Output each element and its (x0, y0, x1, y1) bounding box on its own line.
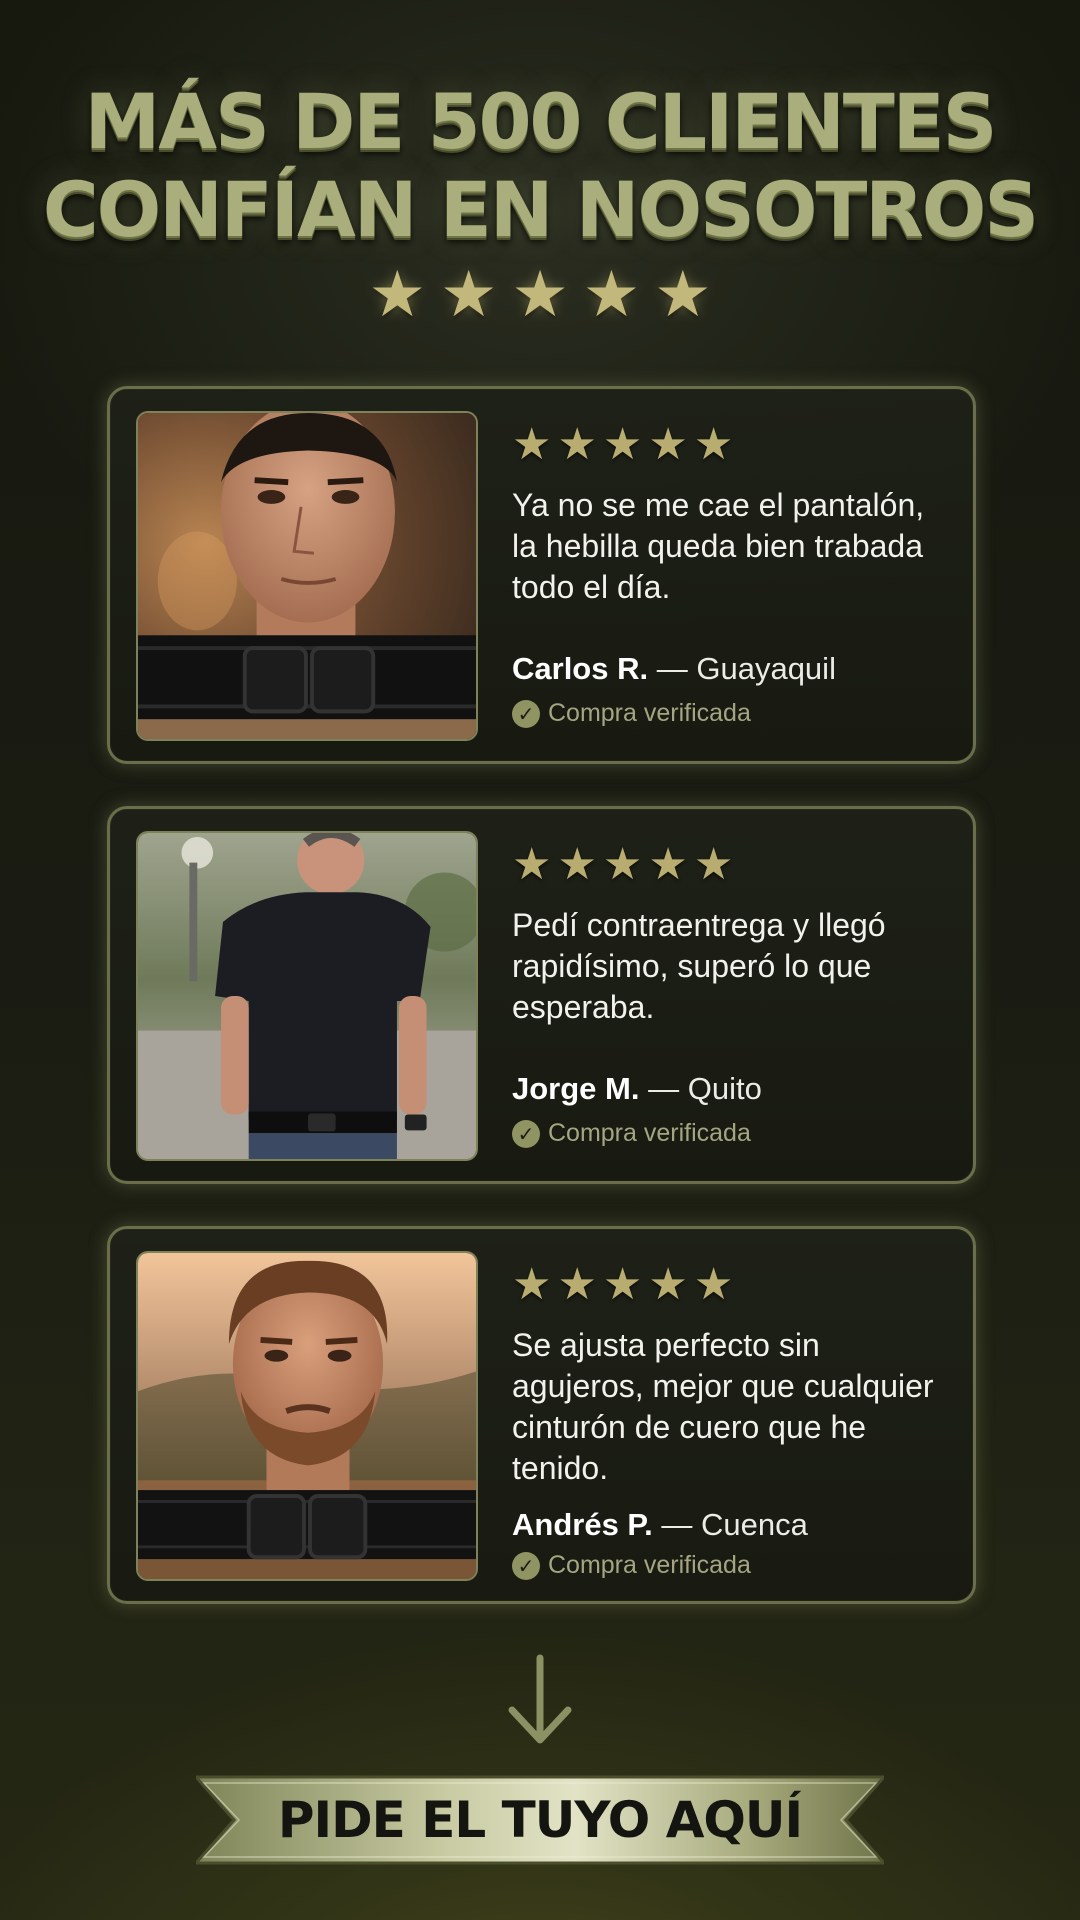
star-icon: ★ (648, 1260, 688, 1309)
star-icon: ★ (557, 840, 597, 889)
author-separator: — (661, 1507, 693, 1542)
star-icon: ★ (602, 1260, 643, 1309)
arrow-down-icon (500, 1650, 580, 1750)
star-icon: ★ (439, 258, 498, 330)
star-icon: ★ (648, 840, 688, 889)
review-text: Se ajusta perfecto sin agujeros, mejor q… (512, 1327, 934, 1486)
customer-photo (136, 1251, 478, 1581)
title-line-1: MÁS DE 500 CLIENTES (84, 77, 998, 166)
check-badge-icon: ✓ (512, 1119, 540, 1148)
author-city: Guayaquil (696, 651, 836, 686)
customer-tshirt-belt-icon (138, 833, 476, 1159)
review-content: ★ ★ ★ ★ ★ Ya no se me cae el pantalón, l… (512, 423, 952, 608)
star-icon: ★ (693, 840, 734, 889)
author-city: Quito (687, 1071, 762, 1106)
star-icon: ★ (602, 420, 643, 469)
star-icon: ★ (512, 420, 552, 469)
star-icon: ★ (693, 1260, 734, 1309)
star-icon: ★ (512, 840, 552, 889)
customer-photo (136, 831, 478, 1161)
star-icon: ★ (654, 258, 712, 330)
star-icon: ★ (648, 420, 688, 469)
star-icon: ★ (693, 420, 734, 469)
customer-photo (136, 411, 478, 741)
check-badge-icon: ✓ (512, 1551, 540, 1580)
verified-badge: ✓ Compra verificada (512, 1551, 751, 1580)
star-icon: ★ (602, 840, 643, 889)
title-line-2: CONFÍAN EN NOSOTROS (42, 165, 1039, 254)
check-badge-icon: ✓ (512, 699, 540, 728)
author-name: Carlos R. (512, 651, 649, 686)
review-text: Ya no se me cae el pantalón, la hebilla … (512, 487, 925, 605)
review-author: Carlos R. — Guayaquil (512, 651, 836, 687)
header-rating: ★ ★ ★ ★ ★ (0, 262, 1080, 326)
star-icon: ★ (557, 420, 597, 469)
verified-label: Compra verificada (548, 1119, 751, 1147)
author-name: Jorge M. (512, 1071, 640, 1106)
order-button[interactable]: PIDE EL TUYO AQUÍ (196, 1775, 884, 1865)
review-text: Pedí contraentrega y llegó rapidísimo, s… (512, 907, 886, 1025)
verified-badge: ✓ Compra verificada (512, 699, 751, 728)
review-card: ★ ★ ★ ★ ★ Se ajusta perfecto sin agujero… (107, 1226, 976, 1604)
review-card: ★ ★ ★ ★ ★ Pedí contraentrega y llegó rap… (107, 806, 976, 1184)
star-icon: ★ (511, 258, 569, 330)
author-name: Andrés P. (512, 1507, 653, 1542)
author-city: Cuenca (700, 1507, 808, 1542)
star-icon: ★ (582, 258, 641, 330)
star-icon: ★ (512, 1260, 552, 1309)
verified-label: Compra verificada (548, 699, 751, 727)
verified-label: Compra verificada (548, 1551, 751, 1579)
customer-portrait-belt-icon (138, 413, 476, 739)
review-author: Andrés P. — Cuenca (512, 1507, 808, 1543)
customer-portrait-belt-icon (138, 1253, 476, 1579)
review-content: ★ ★ ★ ★ ★ Se ajusta perfecto sin agujero… (512, 1263, 952, 1489)
review-author: Jorge M. — Quito (512, 1071, 762, 1107)
review-rating: ★ ★ ★ ★ ★ (512, 423, 952, 467)
review-rating: ★ ★ ★ ★ ★ (512, 1263, 952, 1307)
order-button-label: PIDE EL TUYO AQUÍ (277, 1791, 803, 1849)
review-rating: ★ ★ ★ ★ ★ (512, 843, 952, 887)
review-card: ★ ★ ★ ★ ★ Ya no se me cae el pantalón, l… (107, 386, 976, 764)
author-separator: — (656, 651, 688, 686)
review-content: ★ ★ ★ ★ ★ Pedí contraentrega y llegó rap… (512, 843, 952, 1028)
star-icon: ★ (368, 258, 426, 330)
verified-badge: ✓ Compra verificada (512, 1119, 751, 1148)
author-separator: — (648, 1071, 680, 1106)
page-title: MÁS DE 500 CLIENTES CONFÍAN EN NOSOTROS (0, 78, 1080, 254)
star-icon: ★ (557, 1260, 597, 1309)
